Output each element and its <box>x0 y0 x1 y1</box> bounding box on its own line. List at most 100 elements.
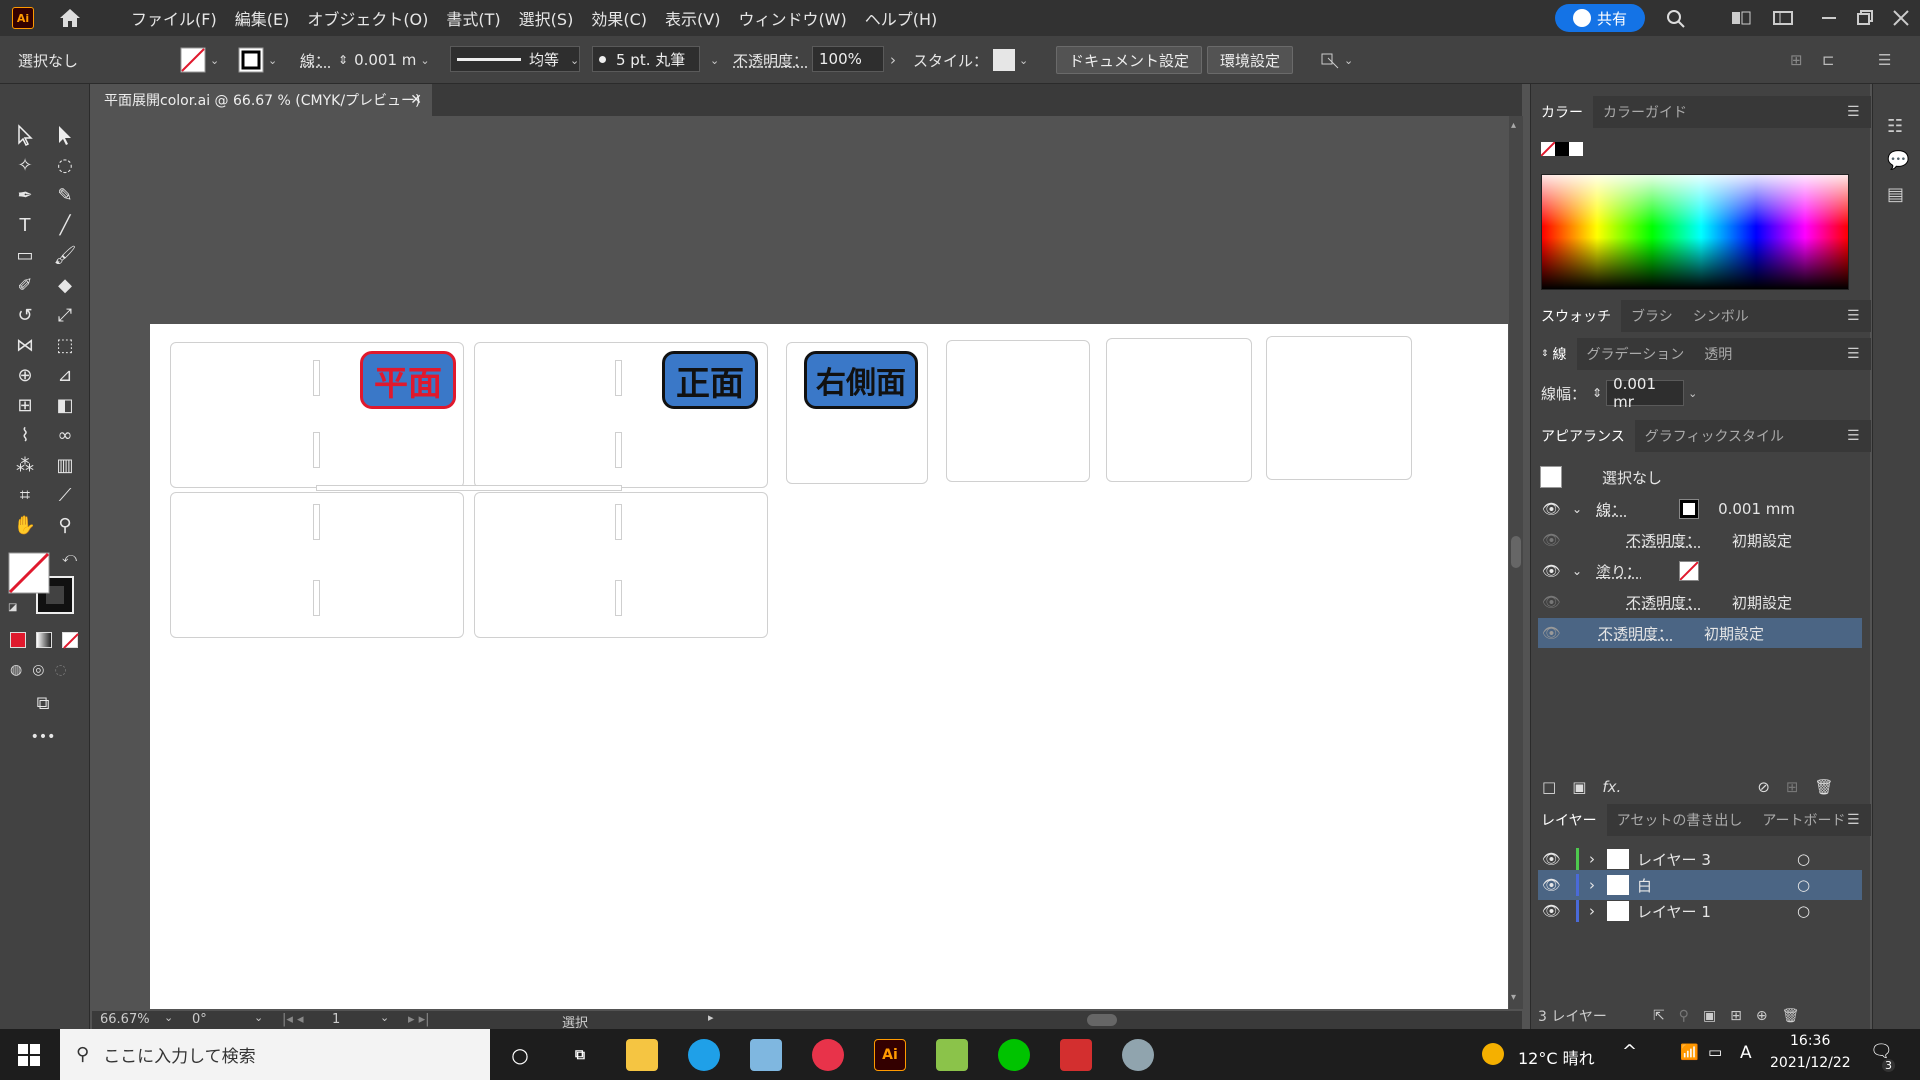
scroll-down-icon[interactable]: ▾ <box>1511 992 1516 1003</box>
tab-color[interactable]: カラー <box>1531 96 1593 128</box>
global-opacity-label[interactable]: 不透明度： <box>1598 623 1704 644</box>
line-icon[interactable] <box>998 1039 1030 1071</box>
rotate-tool-icon[interactable]: ↺ <box>12 302 38 328</box>
arrange-documents-icon[interactable]: ⌄ <box>1320 46 1353 74</box>
graph-tool-icon[interactable]: ▥ <box>52 452 78 478</box>
tab-stroke[interactable]: ⇕ 線 <box>1531 338 1577 370</box>
start-icon[interactable] <box>18 1044 40 1066</box>
search-icon[interactable] <box>1665 8 1687 28</box>
free-transform-tool-icon[interactable]: ⬚ <box>52 332 78 358</box>
delete-layer-icon[interactable]: 🗑 <box>1782 1008 1800 1024</box>
menu-view[interactable]: 表示(V) <box>656 6 729 30</box>
direct-selection-tool-icon[interactable] <box>52 122 78 148</box>
tab-brushes[interactable]: ブラシ <box>1621 300 1683 332</box>
fill-none-icon[interactable] <box>8 552 50 594</box>
fill-opacity-label[interactable]: 不透明度： <box>1626 592 1732 613</box>
clock-time[interactable]: 16:36 <box>1790 1033 1830 1049</box>
eye-icon[interactable]: 👁 <box>1542 624 1562 642</box>
stepper-icon[interactable]: ⇕ <box>338 53 348 67</box>
artboard-nav[interactable]: |◂ ◂ <box>282 1012 304 1027</box>
minimize-icon[interactable] <box>1818 8 1840 28</box>
app-icon[interactable] <box>750 1039 782 1071</box>
weather-text[interactable]: 12°C 晴れ <box>1518 1045 1595 1069</box>
eraser-tool-icon[interactable]: ◆ <box>52 272 78 298</box>
layer-name[interactable]: レイヤー 3 <box>1637 849 1797 870</box>
panel-menu-icon[interactable]: ☰ <box>1847 428 1861 444</box>
menu-select[interactable]: 選択(S) <box>510 6 583 30</box>
clock-date[interactable]: 2021/12/22 <box>1770 1055 1851 1071</box>
white-swatch[interactable] <box>1569 142 1583 156</box>
plan-label[interactable]: 平面 <box>360 351 456 409</box>
eye-icon[interactable]: 👁 <box>1542 902 1562 920</box>
menu-effect[interactable]: 効果(C) <box>582 6 656 30</box>
solidworks-icon[interactable] <box>1060 1039 1092 1071</box>
type-tool-icon[interactable]: T <box>12 212 38 238</box>
mesh-tool-icon[interactable]: ⊞ <box>12 392 38 418</box>
hscroll-thumb[interactable] <box>1087 1014 1117 1026</box>
appearance-stroke-opacity-row[interactable]: 👁 不透明度： 初期設定 <box>1538 525 1862 555</box>
chevron-right-icon[interactable]: › <box>1589 902 1595 920</box>
side-piece-4[interactable] <box>1266 336 1412 480</box>
artboard-number[interactable]: 1 <box>332 1012 340 1027</box>
stroke-weight-input[interactable]: 0.001 mr <box>1606 375 1685 411</box>
tab-color-guide[interactable]: カラーガイド <box>1593 96 1697 128</box>
perspective-grid-tool-icon[interactable]: ⊿ <box>52 362 78 388</box>
stroke-width-field[interactable]: ⇕ 0.001 m ⌄ <box>338 46 430 74</box>
eye-icon[interactable]: 👁 <box>1542 593 1562 611</box>
chevron-down-icon[interactable]: ⌄ <box>420 54 429 67</box>
chevron-down-icon[interactable]: ⌄ <box>1688 387 1697 400</box>
ime-indicator[interactable]: A <box>1740 1043 1752 1063</box>
magic-wand-tool-icon[interactable]: ✧ <box>12 152 38 178</box>
pen-tool-icon[interactable]: ✒ <box>12 182 38 208</box>
cortana-icon[interactable]: ○ <box>504 1039 536 1071</box>
width-tool-icon[interactable]: ⋈ <box>12 332 38 358</box>
eye-icon[interactable]: 👁 <box>1542 876 1562 894</box>
menu-help[interactable]: ヘルプ(H) <box>856 6 947 30</box>
battery-icon[interactable]: ▭ <box>1708 1043 1722 1061</box>
panel-menu-icon[interactable]: ☰ <box>1847 308 1861 324</box>
chevron-down-icon[interactable]: ⌄ <box>1344 54 1353 67</box>
chevron-down-icon[interactable]: ⌄ <box>570 46 579 74</box>
document-settings-button[interactable]: ドキュメント設定 <box>1056 46 1203 74</box>
appearance-stroke-value[interactable]: 0.001 mm <box>1718 500 1795 518</box>
search-icon[interactable]: ⚲ <box>1679 1008 1689 1024</box>
edge-icon[interactable] <box>688 1039 720 1071</box>
export-icon[interactable]: ⇱ <box>1653 1008 1665 1024</box>
artboard[interactable]: 平面 正面 右側面 <box>150 324 1508 1009</box>
arrange-icon[interactable] <box>1772 8 1794 28</box>
stroke-swatch-icon[interactable] <box>1679 499 1700 519</box>
front-label[interactable]: 正面 <box>662 351 758 409</box>
task-view-icon[interactable]: ⧉ <box>564 1039 596 1071</box>
chevron-down-icon[interactable]: ⌄ <box>1019 54 1028 67</box>
appearance-fill-label[interactable]: 塗り： <box>1596 561 1680 582</box>
duplicate-item-icon[interactable]: ⊞ <box>1786 778 1799 796</box>
stepper-icon[interactable]: ⇕ <box>1592 386 1602 400</box>
none-swatch[interactable] <box>1541 142 1555 156</box>
target-icon[interactable]: ○ <box>1797 850 1810 868</box>
target-icon[interactable]: ○ <box>1797 902 1810 920</box>
more-tools-icon[interactable]: ••• <box>30 724 56 750</box>
new-sublayer-icon[interactable]: ⊞ <box>1730 1008 1742 1024</box>
color-spectrum[interactable] <box>1541 174 1849 290</box>
taskbar-search[interactable]: ⚲ ここに入力して検索 <box>60 1029 490 1080</box>
play-icon[interactable]: ▸ <box>708 1011 714 1024</box>
panel-menu-icon[interactable]: ☰ <box>1847 104 1861 120</box>
shaper-tool-icon[interactable]: ✐ <box>12 272 38 298</box>
lasso-tool-icon[interactable]: ◌ <box>52 152 78 178</box>
screen-mode-icon[interactable]: ⧉ <box>30 690 56 716</box>
scroll-up-icon[interactable]: ▴ <box>1511 120 1516 131</box>
vertical-scrollbar[interactable]: ▴ ▾ <box>1509 116 1523 1009</box>
tab-transparency[interactable]: 透明 <box>1694 338 1742 370</box>
blend-tool-icon[interactable]: ∞ <box>52 422 78 448</box>
comments-icon[interactable]: 💬 <box>1887 150 1909 171</box>
tab-asset-export[interactable]: アセットの書き出し <box>1607 804 1753 836</box>
artboard-nav-next[interactable]: ▸ ▸| <box>408 1012 430 1027</box>
target-icon[interactable]: ○ <box>1797 876 1810 894</box>
appearance-fill-opacity-row[interactable]: 👁 不透明度： 初期設定 <box>1538 587 1862 617</box>
chevron-right-icon[interactable]: › <box>1589 850 1595 868</box>
eye-icon[interactable]: 👁 <box>1542 850 1562 868</box>
tray-chevron-icon[interactable]: ^ <box>1622 1041 1637 1062</box>
tab-graphic-styles[interactable]: グラフィックスタイル <box>1635 420 1794 452</box>
none-mode-icon[interactable] <box>62 632 79 649</box>
close-icon[interactable] <box>1890 8 1912 28</box>
